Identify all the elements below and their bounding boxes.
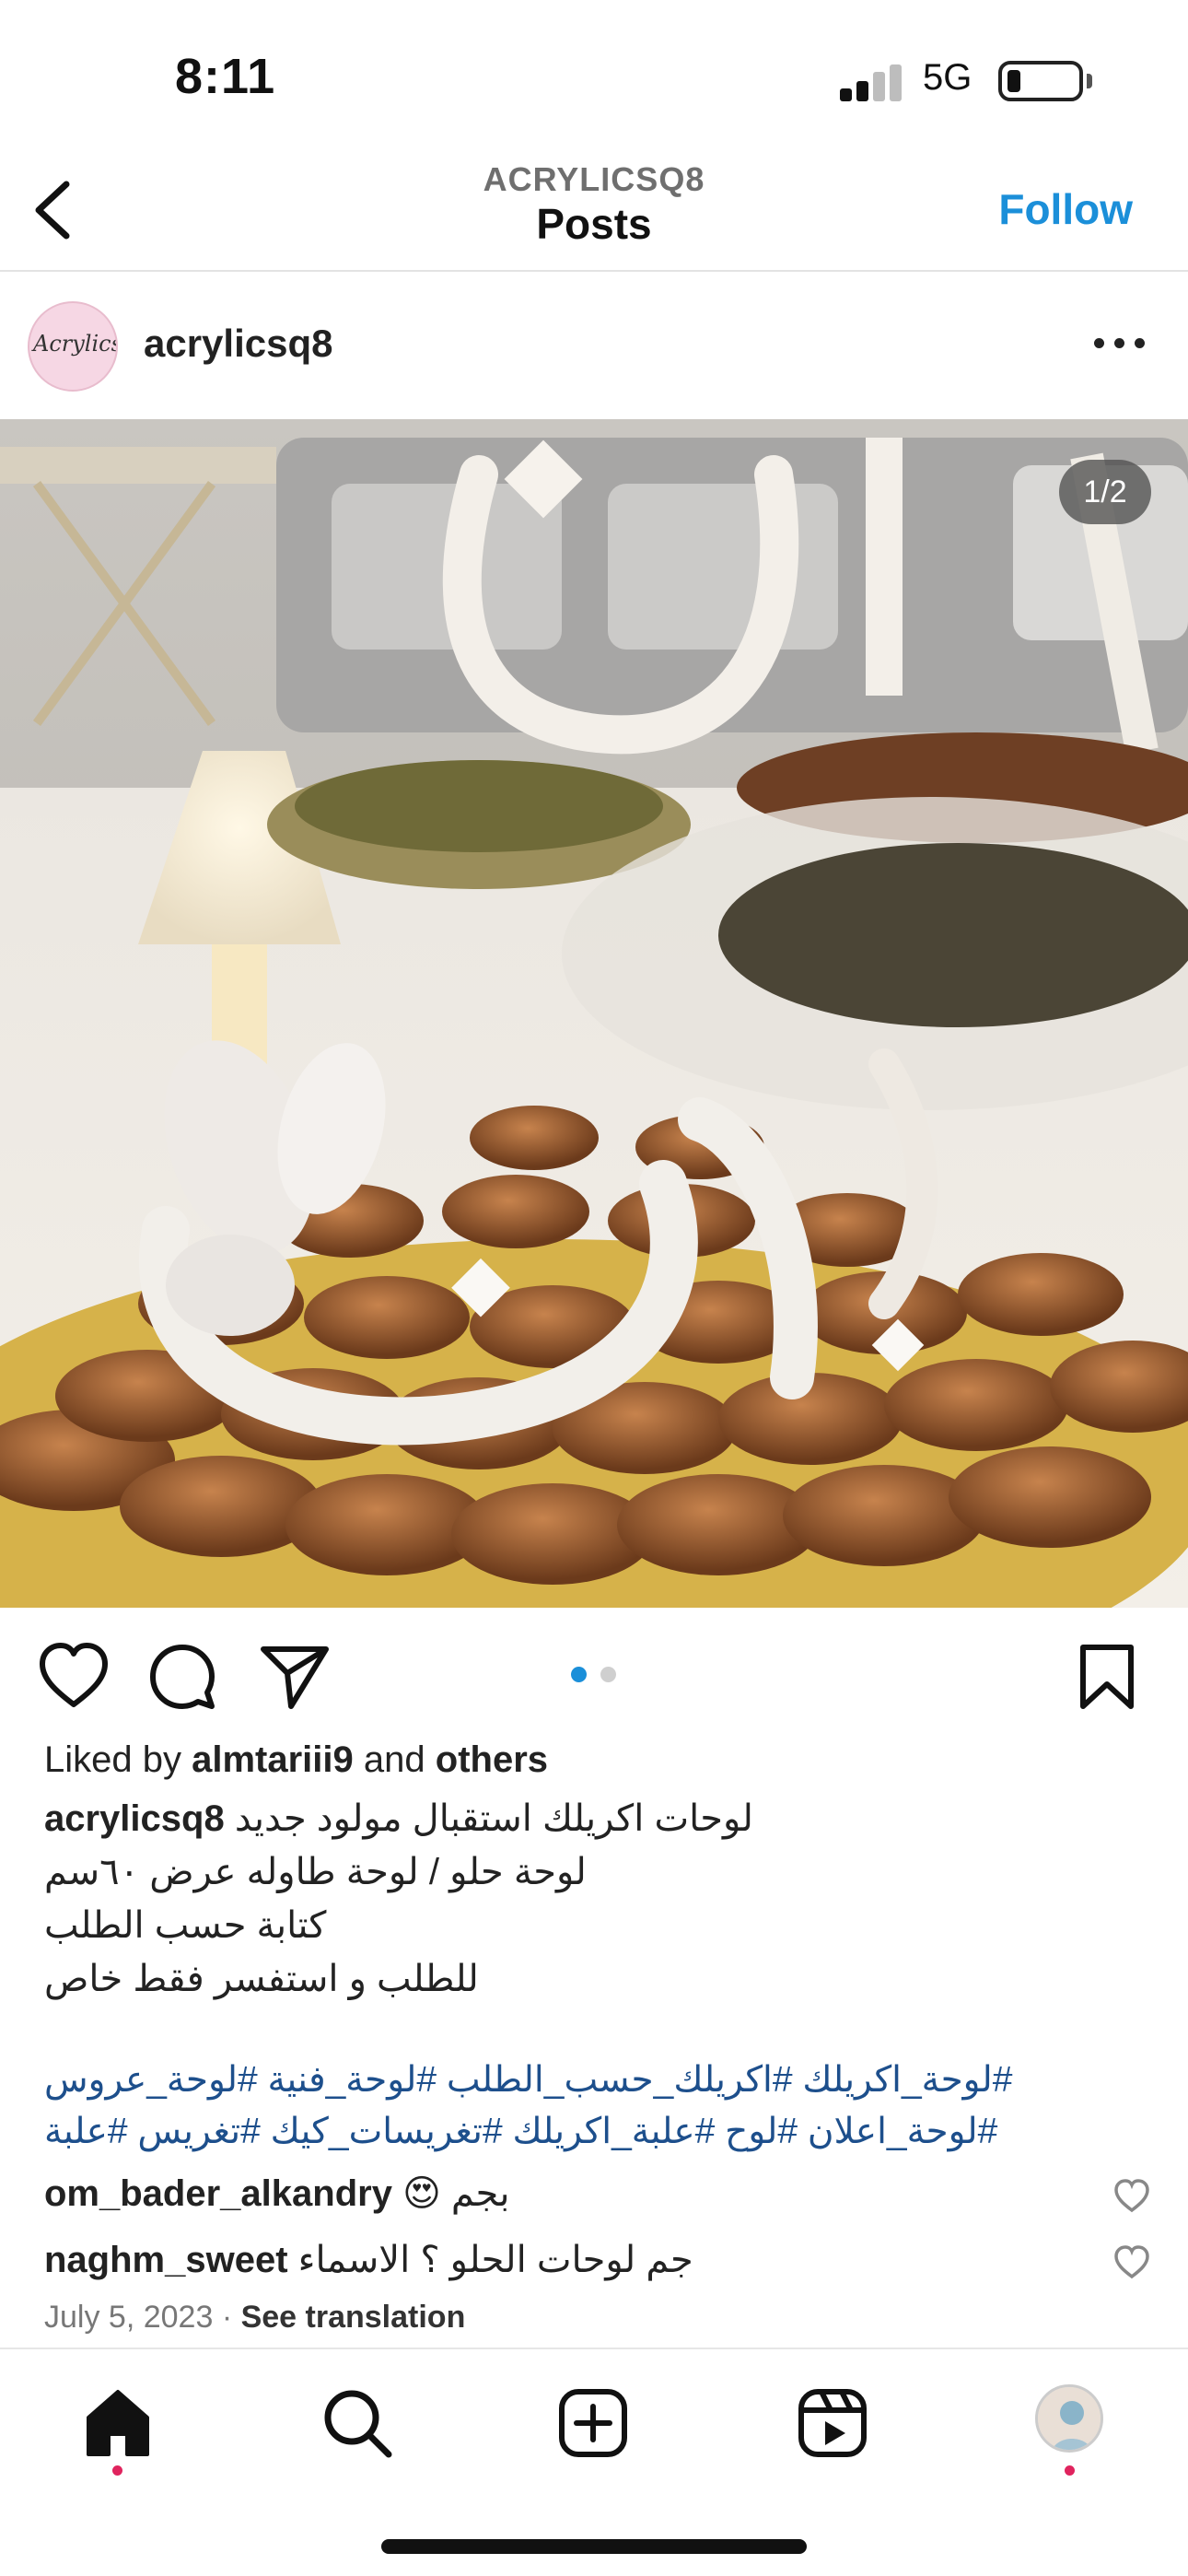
likes-middle: and [363, 1739, 425, 1780]
carousel-dot-active [571, 1667, 587, 1682]
comment-like-button[interactable] [1112, 2244, 1151, 2281]
comment-row[interactable]: naghm_sweet جم لوحات الحلو ؟ الاسماء [44, 2239, 1103, 2281]
hashtag-line-2[interactable]: #لوحة_اعلان #لوح #علبة_اكريلك #تغريسات_ك… [44, 2106, 1149, 2158]
like-button[interactable] [37, 1640, 111, 1714]
tab-profile[interactable] [1035, 2384, 1103, 2453]
image-counter: 1/2 [1059, 460, 1151, 524]
more-horizontal-icon [1094, 338, 1104, 348]
reels-icon [798, 2389, 867, 2457]
comment-username[interactable]: om_bader_alkandry [44, 2173, 392, 2214]
cellular-signal-icon [840, 63, 904, 101]
battery-icon [998, 61, 1083, 101]
likes-summary[interactable]: Liked by almtariii9 and others [44, 1739, 548, 1781]
caption-text-3: كتابة حسب الطلب [44, 1905, 327, 1946]
comment-username[interactable]: naghm_sweet [44, 2240, 288, 2280]
caption-username[interactable]: acrylicsq8 [44, 1798, 225, 1839]
tab-create[interactable] [556, 2386, 630, 2460]
caption-text-4: للطلب و استفسر فقط خاص [44, 1959, 479, 1999]
save-button[interactable] [1070, 1640, 1144, 1714]
caption-text-2: لوحة حلو / لوحة طاوله عرض ٦٠سم [44, 1852, 587, 1892]
post-header: Acrylics acrylicsq8 [0, 274, 1188, 419]
tab-search[interactable] [320, 2386, 394, 2460]
comment-icon [150, 1645, 215, 1709]
comment-row[interactable]: om_bader_alkandry بجم 😍 [44, 2172, 1103, 2215]
avatar-logo-text: Acrylics [33, 331, 118, 357]
profile-avatar-icon [1038, 2387, 1101, 2450]
battery-cap [1087, 74, 1092, 88]
status-time: 8:11 [175, 49, 276, 104]
home-icon [87, 2390, 149, 2456]
post-photo [0, 419, 1188, 1608]
heart-icon [1114, 2245, 1149, 2279]
hashtag-line-1[interactable]: #لوحة_اكريلك #اكريلك_حسب_الطلب #لوحة_فني… [44, 2055, 1149, 2106]
carousel-indicator [569, 1665, 624, 1685]
follow-button[interactable]: Follow [998, 184, 1133, 234]
comment-button[interactable] [146, 1640, 219, 1714]
more-options-button[interactable] [1087, 329, 1151, 357]
caption-text-1: لوحات اكريلك استقبال مولود جديد [234, 1798, 753, 1839]
post-caption: acrylicsq8 لوحات اكريلك استقبال مولود جد… [44, 1792, 1149, 2006]
heart-icon [1114, 2179, 1149, 2213]
profile-notification-dot [1065, 2465, 1075, 2476]
plus-square-icon [559, 2389, 627, 2457]
heart-icon [40, 1643, 108, 1707]
post-action-bar [0, 1608, 1188, 1746]
avatar[interactable]: Acrylics [28, 301, 118, 392]
likes-others[interactable]: others [436, 1739, 548, 1780]
likes-prefix: Liked by [44, 1739, 181, 1780]
separator: · [221, 2300, 233, 2335]
caption-line-1: acrylicsq8 لوحات اكريلك استقبال مولود جد… [44, 1792, 1149, 1845]
send-icon [261, 1646, 329, 1709]
network-type: 5G [923, 57, 973, 98]
home-notification-dot [112, 2465, 122, 2476]
post-image[interactable]: 1/2 [0, 419, 1188, 1608]
comment-like-button[interactable] [1112, 2178, 1151, 2215]
status-bar: 8:11 5G [0, 0, 1188, 138]
tab-home[interactable] [81, 2386, 155, 2460]
post-username[interactable]: acrylicsq8 [144, 322, 333, 366]
share-button[interactable] [258, 1640, 332, 1714]
see-translation-link[interactable]: See translation [241, 2300, 466, 2335]
comment-text: جم لوحات الحلو ؟ الاسماء [297, 2240, 693, 2280]
bookmark-icon [1080, 1645, 1134, 1709]
tab-reels[interactable] [796, 2386, 869, 2460]
search-icon [324, 2390, 392, 2458]
home-indicator[interactable] [381, 2539, 807, 2554]
comment-text: بجم 😍 [402, 2173, 510, 2214]
hashtags[interactable]: #لوحة_اكريلك #اكريلك_حسب_الطلب #لوحة_فني… [44, 2055, 1149, 2158]
post-date: July 5, 2023 [44, 2300, 214, 2335]
top-navigation-bar: ACRYLICSQ8 Posts Follow [0, 138, 1188, 272]
liked-by-user[interactable]: almtariii9 [192, 1739, 354, 1780]
carousel-dot [600, 1667, 616, 1682]
post-date-row: July 5, 2023 · See translation [44, 2300, 465, 2336]
